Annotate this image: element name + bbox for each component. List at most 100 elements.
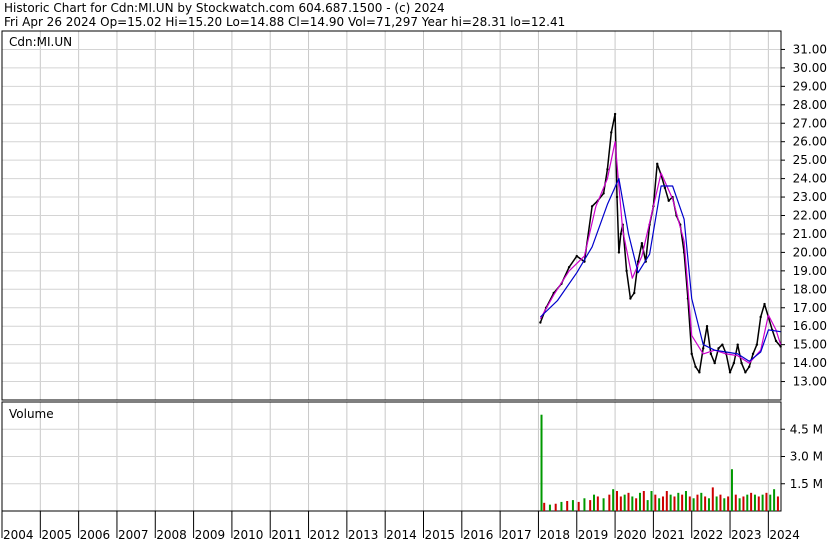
x-tick-label: 2019 bbox=[578, 528, 609, 542]
volume-bar bbox=[619, 496, 622, 511]
x-tick-label: 2009 bbox=[195, 528, 226, 542]
price-point bbox=[694, 365, 697, 368]
volume-bar bbox=[543, 502, 546, 511]
volume-bar bbox=[773, 489, 776, 511]
price-point bbox=[759, 315, 762, 319]
price-point bbox=[736, 343, 739, 346]
volume-bar bbox=[711, 487, 714, 511]
volume-bar bbox=[704, 496, 707, 511]
y-tick-label: 17.00 bbox=[793, 301, 827, 315]
y-tick-label: 31.00 bbox=[793, 42, 827, 56]
volume-panel-title: Volume bbox=[9, 407, 54, 421]
x-tick-label: 2012 bbox=[310, 528, 341, 542]
volume-bar bbox=[715, 496, 718, 511]
price-point bbox=[702, 347, 705, 350]
volume-bar bbox=[560, 501, 563, 511]
volume-bar bbox=[750, 492, 753, 511]
volume-bar bbox=[707, 498, 710, 511]
volume-bar bbox=[665, 491, 668, 511]
volume-bar bbox=[769, 494, 772, 511]
volume-y-axis: 1.5 M 3.0 M 4.5 M bbox=[781, 422, 823, 491]
price-point bbox=[717, 347, 720, 350]
price-point bbox=[602, 192, 605, 195]
x-tick-label: 2023 bbox=[731, 528, 762, 542]
y-tick-label: 13.00 bbox=[793, 375, 827, 389]
volume-bar bbox=[696, 494, 699, 511]
volume-bar bbox=[700, 492, 703, 511]
x-tick-label: 2013 bbox=[348, 528, 379, 542]
volume-bar bbox=[627, 492, 630, 511]
price-point bbox=[640, 241, 644, 245]
volume-bar bbox=[730, 469, 733, 511]
x-tick-label: 2014 bbox=[386, 528, 417, 542]
y-tick-label: 25.00 bbox=[793, 153, 827, 167]
volume-bar bbox=[589, 500, 592, 511]
price-point bbox=[763, 302, 766, 306]
y-tick-label: 27.00 bbox=[793, 116, 827, 130]
y-tick-label: 24.00 bbox=[793, 172, 827, 186]
y-tick-label: 15.00 bbox=[793, 338, 827, 352]
x-tick-label: 2011 bbox=[271, 528, 302, 542]
volume-bar bbox=[650, 491, 653, 511]
volume-bar bbox=[548, 504, 551, 511]
price-point bbox=[713, 361, 716, 365]
volume-bar bbox=[642, 491, 645, 511]
x-tick-label: 2016 bbox=[463, 528, 494, 542]
volume-bar bbox=[661, 496, 664, 511]
x-tick-label: 2021 bbox=[654, 528, 685, 542]
y-tick-label: 30.00 bbox=[793, 61, 827, 75]
y-tick-label: 1.5 M bbox=[790, 477, 823, 491]
y-tick-label: 3.0 M bbox=[790, 450, 823, 464]
price-point bbox=[633, 291, 636, 295]
volume-bar bbox=[681, 494, 684, 511]
volume-bar bbox=[684, 491, 687, 511]
volume-bar bbox=[635, 498, 638, 511]
volume-bar bbox=[571, 500, 574, 511]
price-point bbox=[610, 131, 613, 134]
price-y-axis: 13.00 14.00 15.00 16.00 17.00 18.00 19.00 20.00… bbox=[781, 42, 827, 389]
price-point bbox=[613, 112, 617, 116]
price-series bbox=[539, 112, 782, 374]
price-point bbox=[740, 361, 743, 365]
y-tick-label: 29.00 bbox=[793, 79, 827, 93]
volume-bar bbox=[583, 498, 586, 511]
y-tick-label: 28.00 bbox=[793, 98, 827, 112]
x-tick-label: 2004 bbox=[3, 528, 34, 542]
x-tick-label: 2006 bbox=[80, 528, 111, 542]
volume-bar bbox=[669, 494, 672, 511]
price-point bbox=[567, 265, 571, 269]
price-point bbox=[625, 269, 628, 273]
volume-bar bbox=[646, 500, 649, 511]
x-tick-label: 2024 bbox=[769, 528, 800, 542]
volume-bar bbox=[631, 496, 634, 511]
x-tick-label: 2008 bbox=[156, 528, 187, 542]
y-tick-label: 21.00 bbox=[793, 227, 827, 241]
volume-bar bbox=[723, 498, 726, 511]
y-tick-label: 26.00 bbox=[793, 135, 827, 149]
y-tick-label: 23.00 bbox=[793, 190, 827, 204]
y-tick-label: 22.00 bbox=[793, 209, 827, 223]
volume-bar bbox=[746, 494, 749, 511]
volume-bar bbox=[765, 492, 768, 511]
chart-grid bbox=[1, 31, 781, 511]
volume-bar bbox=[753, 494, 756, 511]
y-tick-label: 14.00 bbox=[793, 356, 827, 370]
volume-bar bbox=[623, 494, 626, 511]
volume-bar bbox=[673, 496, 676, 511]
x-tick-label: 2017 bbox=[501, 528, 532, 542]
price-point bbox=[615, 195, 619, 199]
volume-bar bbox=[688, 496, 691, 511]
volume-bar bbox=[616, 491, 618, 511]
price-point bbox=[744, 371, 747, 374]
x-axis: 2004 2005 2006 2007 2008 2009 2010 2011 2012 2013… bbox=[1, 510, 800, 542]
price-point bbox=[656, 162, 659, 166]
price-point bbox=[774, 339, 778, 343]
volume-bar bbox=[692, 498, 695, 511]
volume-bar bbox=[654, 494, 657, 511]
x-tick-label: 2015 bbox=[424, 528, 455, 542]
volume-bar bbox=[727, 496, 730, 511]
volume-bar bbox=[577, 501, 580, 511]
price-point bbox=[663, 186, 667, 190]
volume-bar bbox=[658, 498, 661, 511]
volume-bar bbox=[738, 498, 741, 511]
